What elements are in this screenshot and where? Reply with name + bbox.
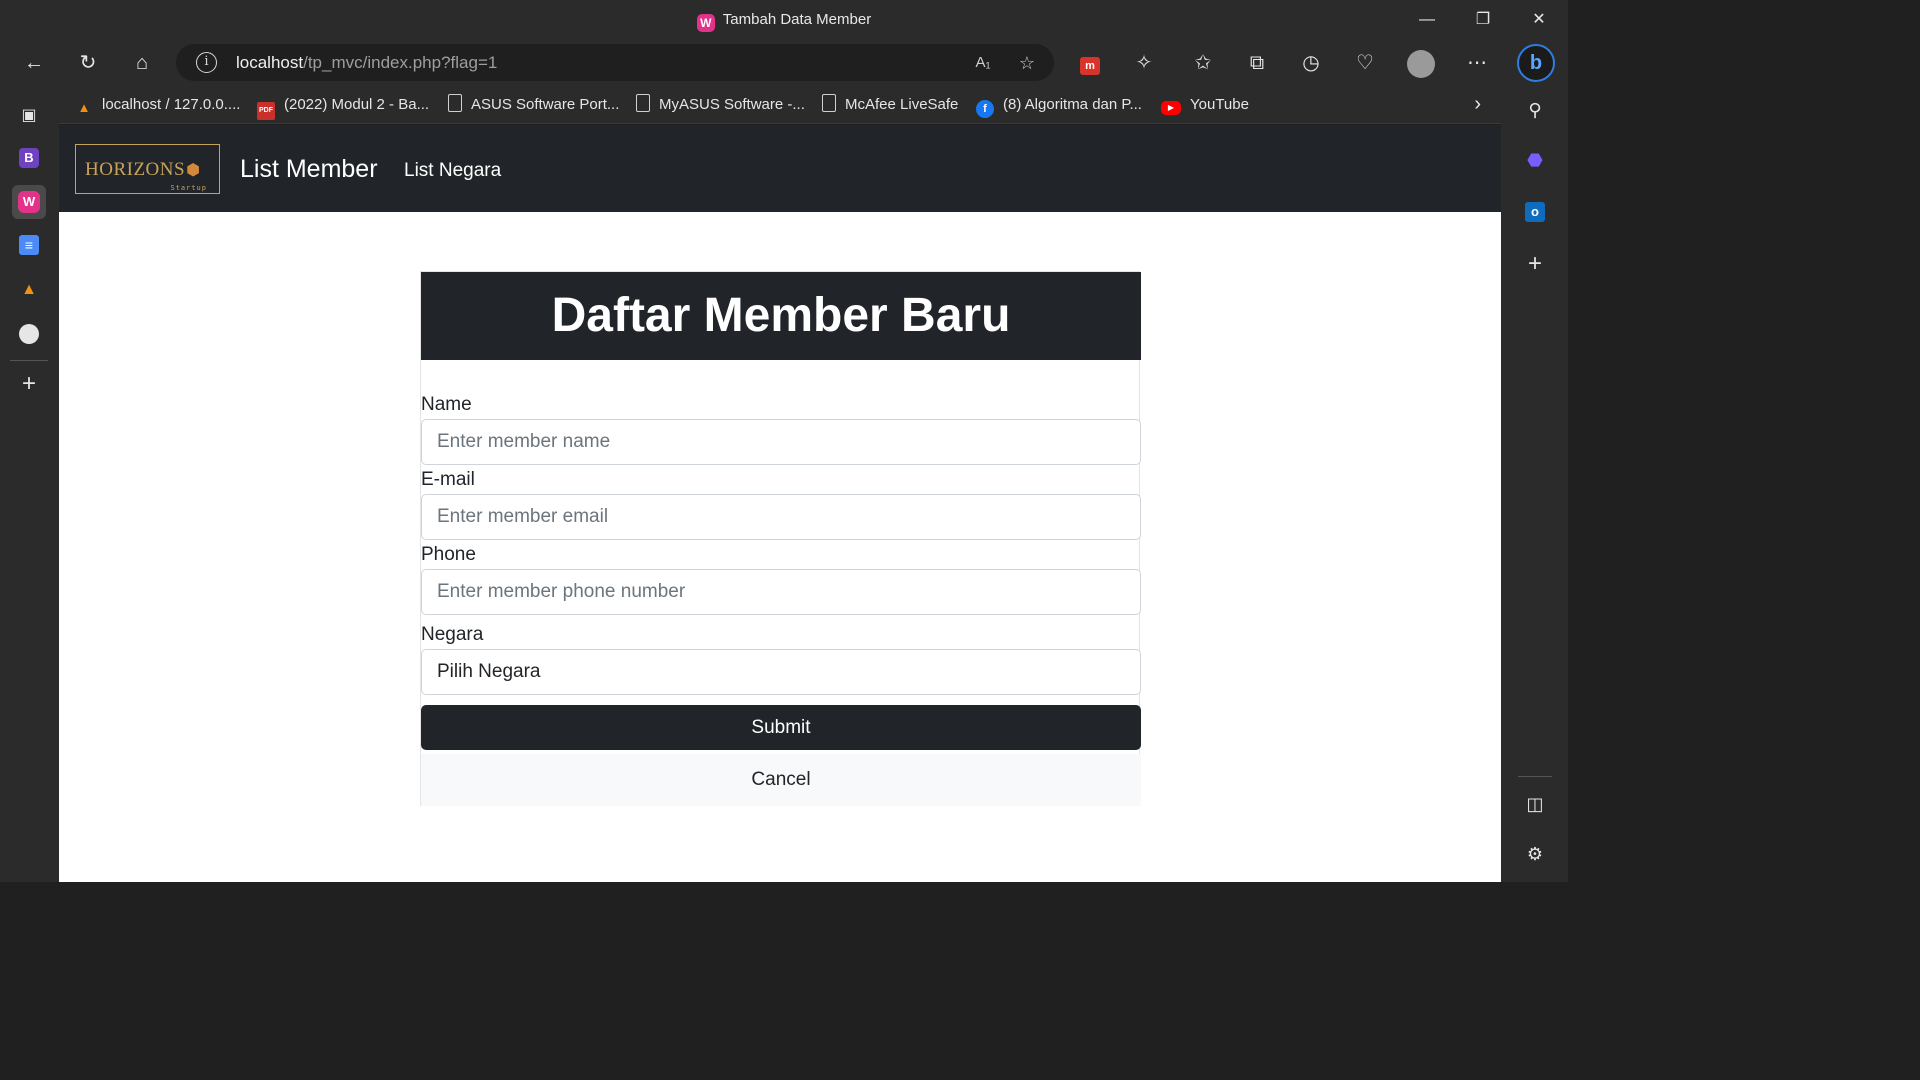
history-icon[interactable]: ◷ bbox=[1294, 48, 1328, 78]
sidebar-item-b[interactable]: B bbox=[12, 141, 46, 175]
chevron-right-icon[interactable]: › bbox=[1474, 93, 1481, 116]
name-input[interactable] bbox=[421, 419, 1141, 465]
left-sidebar: ▣ B W ≡ ▲ + bbox=[0, 86, 59, 882]
facebook-icon: f bbox=[976, 100, 994, 118]
bookmark-item[interactable]: PDF (2022) Modul 2 - Ba... bbox=[257, 94, 429, 120]
bookmarks-bar: ▲ localhost / 127.0.0.... PDF (2022) Modul… bbox=[59, 86, 1501, 124]
add-sidebar-item-icon[interactable]: + bbox=[12, 367, 46, 401]
hexagon-icon: ⬢ bbox=[186, 162, 201, 179]
document-icon bbox=[822, 94, 836, 112]
country-select[interactable]: Pilih Negara bbox=[421, 649, 1141, 695]
browser-essentials-icon[interactable]: ♡ bbox=[1348, 48, 1382, 78]
hide-sidebar-icon[interactable]: ◫ bbox=[1519, 788, 1551, 820]
favorites-icon[interactable]: ✩ bbox=[1186, 48, 1220, 78]
add-icon[interactable]: + bbox=[1519, 248, 1551, 280]
search-icon[interactable]: ⚲ bbox=[1519, 94, 1551, 126]
extension-red-icon[interactable]: m bbox=[1073, 48, 1107, 78]
url-text[interactable]: localhost/tp_mvc/index.php?flag=1 bbox=[236, 53, 497, 73]
sidebar-divider bbox=[10, 360, 48, 361]
wamp-icon: W bbox=[696, 14, 715, 32]
close-window-button[interactable]: ✕ bbox=[1519, 6, 1559, 34]
bookmark-item[interactable]: ▶ YouTube bbox=[1161, 94, 1249, 116]
github-icon bbox=[19, 323, 39, 344]
sidebar-item-github[interactable] bbox=[12, 317, 46, 351]
copilot-icon[interactable]: ⬣ bbox=[1519, 144, 1551, 176]
country-label: Negara bbox=[421, 624, 484, 645]
bookmark-item[interactable]: f (8) Algoritma dan P... bbox=[976, 94, 1142, 118]
bing-copilot-icon[interactable]: b bbox=[1517, 44, 1555, 82]
collections-icon[interactable]: ⧉ bbox=[1240, 48, 1274, 78]
form-heading: Daftar Member Baru bbox=[421, 272, 1141, 360]
document-icon bbox=[448, 94, 462, 112]
home-icon[interactable]: ⌂ bbox=[125, 48, 159, 78]
settings-gear-icon[interactable]: ⚙ bbox=[1519, 838, 1551, 870]
horizons-logo[interactable]: HORIZONS⬢ Startup bbox=[75, 144, 220, 194]
read-aloud-icon[interactable]: A₁ bbox=[970, 50, 996, 76]
window-title: W Tambah Data Member bbox=[0, 11, 1568, 32]
document-icon bbox=[636, 94, 650, 112]
sidebar-item-docs[interactable]: ≡ bbox=[12, 229, 46, 263]
member-form-card: Daftar Member Baru Name E-mail Phone Neg… bbox=[420, 271, 1141, 806]
minimize-button[interactable]: — bbox=[1407, 6, 1447, 34]
email-input[interactable] bbox=[421, 494, 1141, 540]
bookmark-item[interactable]: McAfee LiveSafe bbox=[822, 94, 958, 116]
email-label: E-mail bbox=[421, 469, 475, 490]
submit-button[interactable]: Submit bbox=[421, 705, 1141, 750]
bookmark-item[interactable]: ▲ localhost / 127.0.0.... bbox=[75, 94, 241, 116]
refresh-icon[interactable]: ↻ bbox=[71, 48, 105, 78]
document-icon: ≡ bbox=[19, 235, 39, 255]
site-info-icon[interactable]: i bbox=[196, 52, 217, 73]
bookmark-item[interactable]: MyASUS Software -... bbox=[636, 94, 805, 116]
extensions-icon[interactable]: ✧ bbox=[1127, 48, 1161, 78]
phpmyadmin-icon: ▲ bbox=[77, 100, 91, 115]
web-page: HORIZONS⬢ Startup List Member List Negar… bbox=[59, 125, 1501, 882]
back-icon[interactable]: ← bbox=[17, 48, 51, 78]
profile-icon[interactable] bbox=[1404, 48, 1438, 78]
phpmyadmin-icon: ▲ bbox=[21, 281, 37, 298]
more-menu-icon[interactable]: ⋯ bbox=[1460, 48, 1494, 78]
youtube-icon: ▶ bbox=[1161, 101, 1181, 115]
wamp-icon: W bbox=[18, 191, 40, 213]
outlook-icon[interactable]: o bbox=[1519, 194, 1551, 226]
right-sidebar: ⚲ ⬣ o + ◫ ⚙ bbox=[1501, 86, 1568, 882]
nav-list-negara[interactable]: List Negara bbox=[404, 160, 501, 182]
nav-list-member[interactable]: List Member bbox=[240, 155, 378, 184]
bookmark-item[interactable]: ASUS Software Port... bbox=[448, 94, 619, 116]
pdf-icon: PDF bbox=[257, 102, 275, 120]
sidebar-item-wamp[interactable]: W bbox=[12, 185, 46, 219]
sidebar-divider bbox=[1518, 776, 1552, 777]
phone-label: Phone bbox=[421, 544, 476, 565]
sidebar-item-phpmyadmin[interactable]: ▲ bbox=[12, 273, 46, 307]
add-favorite-icon[interactable]: ☆ bbox=[1014, 50, 1040, 76]
restore-button[interactable]: ❐ bbox=[1463, 6, 1503, 34]
name-label: Name bbox=[421, 394, 472, 415]
tab-actions-icon[interactable]: ▣ bbox=[12, 99, 46, 133]
cancel-button[interactable]: Cancel bbox=[421, 754, 1141, 806]
site-navbar: HORIZONS⬢ Startup List Member List Negar… bbox=[59, 125, 1501, 212]
browser-toolbar: ← ↻ ⌂ i localhost/tp_mvc/index.php?flag=… bbox=[0, 40, 1568, 86]
phone-input[interactable] bbox=[421, 569, 1141, 615]
address-bar[interactable]: i localhost/tp_mvc/index.php?flag=1 A₁ ☆ bbox=[176, 44, 1054, 81]
title-bar: W Tambah Data Member — ❐ ✕ bbox=[0, 0, 1568, 40]
